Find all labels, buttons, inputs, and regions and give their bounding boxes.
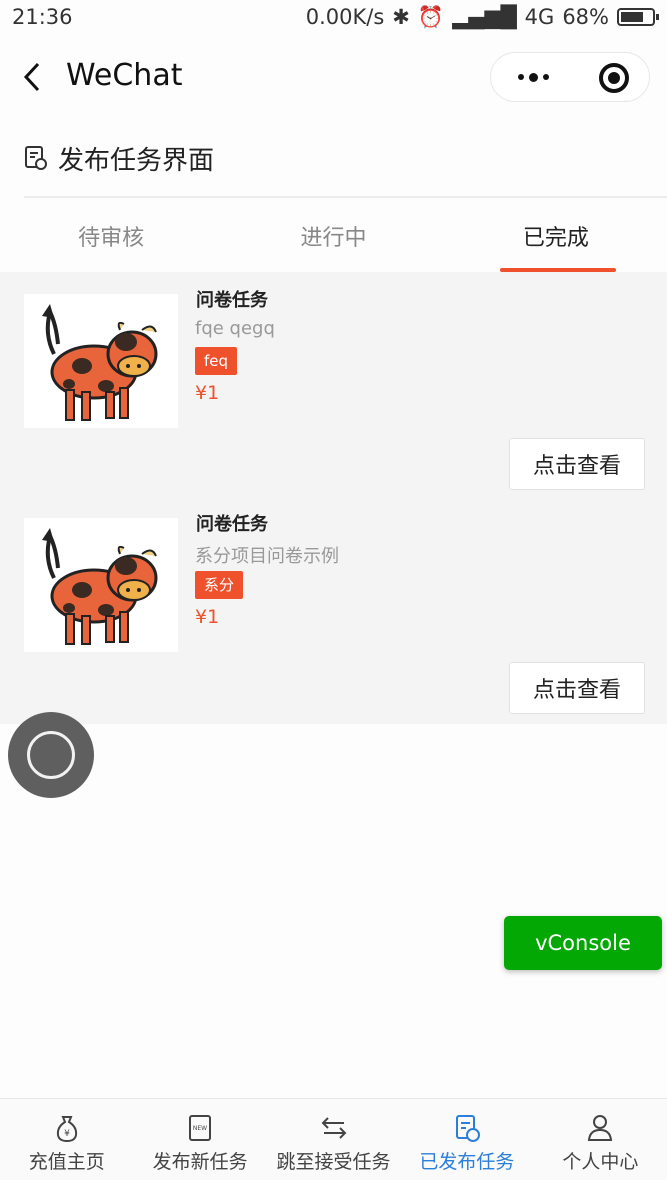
task-desc: fqe qegq: [195, 318, 275, 339]
view-button[interactable]: 点击查看: [509, 438, 645, 490]
bottom-tab-bar: ¥ 充值主页 NEW 发布新任务 跳至接受任务 已发布任务 个人中心: [0, 1098, 667, 1180]
tabbar-label: 充值主页: [28, 1151, 105, 1173]
svg-text:NEW: NEW: [193, 1125, 207, 1132]
battery-icon: [617, 8, 659, 26]
cow-image: [24, 294, 178, 428]
document-icon: [25, 146, 47, 170]
published-document-icon: [455, 1115, 480, 1142]
task-card: 问卷任务 系分项目问卷示例 系分 ¥1 点击查看: [0, 496, 667, 720]
svg-text:¥: ¥: [64, 1129, 70, 1139]
tabbar-item-profile[interactable]: 个人中心: [534, 1099, 667, 1180]
more-dots-icon[interactable]: [513, 67, 553, 87]
page-header: 发布任务界面: [24, 120, 667, 198]
signal-icon: ▂▄▆█: [452, 5, 517, 29]
status-tabs: 待审核 进行中 已完成: [0, 200, 667, 272]
task-price: ¥1: [195, 382, 220, 404]
network-speed: 0.00K/s: [305, 5, 385, 29]
cow-image: [24, 518, 178, 652]
capsule-menu: [490, 52, 650, 102]
swap-arrows-icon: [321, 1117, 346, 1139]
task-name: 问卷任务: [196, 514, 268, 535]
page-title: 发布任务界面: [58, 145, 215, 176]
target-circle-icon[interactable]: [599, 63, 629, 93]
new-document-icon: NEW: [189, 1115, 212, 1141]
network-type: 4G: [524, 5, 555, 29]
task-name: 问卷任务: [196, 290, 268, 311]
tab-in-progress[interactable]: 进行中: [222, 200, 444, 272]
tab-pending[interactable]: 待审核: [0, 200, 222, 272]
view-button[interactable]: 点击查看: [509, 662, 645, 714]
tabbar-label: 发布新任务: [152, 1151, 248, 1173]
status-bar: 21:36 0.00K/s ✱ ⏰ ▂▄▆█ 4G 68%: [0, 0, 667, 34]
status-indicators: 0.00K/s ✱ ⏰ ▂▄▆█ 4G 68%: [305, 4, 659, 30]
task-price: ¥1: [195, 606, 220, 628]
tabbar-item-recharge[interactable]: ¥ 充值主页: [0, 1099, 133, 1180]
status-time: 21:36: [12, 5, 73, 29]
task-tag: feq: [195, 347, 238, 375]
chevron-left-icon[interactable]: [22, 62, 42, 92]
user-icon: [588, 1115, 613, 1141]
vconsole-button[interactable]: vConsole: [504, 916, 662, 970]
alarm-icon: ⏰: [417, 4, 445, 29]
tabbar-item-accept-task[interactable]: 跳至接受任务: [267, 1099, 400, 1180]
floating-assistive-button[interactable]: [8, 712, 94, 798]
tabbar-label: 跳至接受任务: [276, 1151, 391, 1173]
task-list: 问卷任务 fqe qegq feq ¥1 点击查看 问卷任务 系分项目问卷示例 …: [0, 272, 667, 724]
nav-title: WeChat: [66, 58, 183, 93]
tabbar-item-published-tasks[interactable]: 已发布任务: [400, 1099, 533, 1180]
task-tag: 系分: [195, 571, 244, 599]
task-desc: 系分项目问卷示例: [195, 546, 339, 567]
tabbar-item-new-task[interactable]: NEW 发布新任务: [133, 1099, 266, 1180]
nav-bar: WeChat: [0, 34, 667, 120]
tabbar-label: 个人中心: [562, 1151, 639, 1173]
tabbar-label: 已发布任务: [419, 1151, 515, 1173]
task-card: 问卷任务 fqe qegq feq ¥1 点击查看: [0, 272, 667, 496]
money-bag-icon: ¥: [56, 1116, 77, 1143]
tab-completed[interactable]: 已完成: [445, 200, 667, 272]
bluetooth-icon: ✱: [392, 5, 410, 29]
battery-percent: 68%: [562, 5, 609, 29]
